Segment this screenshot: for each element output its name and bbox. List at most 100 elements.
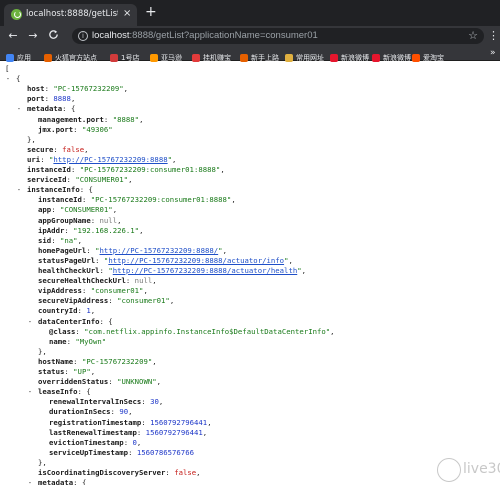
json-line: host: "PC-15767232209", xyxy=(27,84,128,94)
bookmark-item[interactable]: 新浪微博 xyxy=(372,47,411,62)
json-key: registrationTimestamp xyxy=(49,417,142,427)
json-punctuation: : xyxy=(64,367,74,376)
json-line: countryId: 1, xyxy=(38,306,95,316)
json-punctuation: : { xyxy=(79,185,93,195)
json-punctuation: : xyxy=(141,397,151,407)
json-string-value: "CONSUMER01" xyxy=(75,175,129,185)
json-string-value: "UNKNOWN" xyxy=(117,377,157,387)
json-number-value: 1560792796441 xyxy=(145,427,203,437)
json-punctuation: , xyxy=(84,144,89,154)
bookmark-item[interactable]: 亚马逊 xyxy=(150,47,182,62)
json-line: sid: "na", xyxy=(38,236,82,246)
json-punctuation: , xyxy=(288,255,293,265)
json-null-value: null xyxy=(99,215,118,225)
json-punctuation: : xyxy=(51,235,60,245)
json-punctuation: , xyxy=(139,114,144,124)
json-punctuation: : xyxy=(141,417,151,427)
json-line: }, xyxy=(38,347,47,357)
url-text[interactable]: localhost:8888/getList?applicationName=c… xyxy=(92,30,318,42)
json-punctuation: : xyxy=(81,195,91,205)
json-line: leaseInfo: { xyxy=(38,387,91,397)
json-key: port xyxy=(27,94,45,104)
json-boolean-value: false xyxy=(62,144,85,154)
json-punctuation: , xyxy=(172,154,177,164)
bookmarks-overflow-button[interactable]: » xyxy=(490,46,496,60)
reload-button[interactable] xyxy=(46,29,60,44)
json-string-value: "192.168.226.1" xyxy=(73,225,140,235)
json-punctuation: , xyxy=(123,84,129,94)
json-key: hostName xyxy=(38,356,74,366)
json-key: countryId xyxy=(38,306,78,316)
json-line: }, xyxy=(38,458,47,468)
json-line: status: "UP", xyxy=(38,367,95,377)
json-string-value: "consumer01" xyxy=(117,296,170,306)
json-punctuation: , xyxy=(301,266,307,275)
bookmark-item[interactable]: 新浪微博 xyxy=(330,47,369,62)
json-url-link[interactable]: http://PC-15767232209:8888/ xyxy=(100,246,219,255)
bookmark-item[interactable]: 应用 xyxy=(6,47,31,62)
json-punctuation: , xyxy=(152,276,157,286)
json-punctuation: : xyxy=(103,114,113,124)
json-line: secureHealthCheckUrl: null, xyxy=(38,276,157,286)
json-line: lastRenewalTimestamp: 1560792796441, xyxy=(49,428,207,438)
json-key: secureVipAddress xyxy=(38,296,109,306)
json-string-value: "com.netflix.appinfo.InstanceInfo$Defaul… xyxy=(84,326,331,336)
json-line: appGroupName: null, xyxy=(38,216,122,226)
bookmark-item[interactable]: 爱淘宝 xyxy=(412,47,444,62)
json-key: vipAddress xyxy=(38,286,82,296)
back-button[interactable]: ← xyxy=(6,29,20,43)
json-punctuation: : { xyxy=(77,387,91,397)
json-string-value: "CONSUMER01" xyxy=(59,205,113,215)
browser-tab[interactable]: localhost:8888/getList?applica × xyxy=(4,4,137,26)
json-punctuation: }, xyxy=(38,346,47,356)
browser-menu-icon[interactable]: ⋮ xyxy=(488,29,499,43)
json-key: ipAddr xyxy=(38,225,65,235)
bookmark-item[interactable]: 常用网址 xyxy=(285,47,324,62)
json-key: uri xyxy=(27,154,41,164)
json-line: uri: "http://PC-15767232209:8888", xyxy=(27,155,176,165)
address-bar[interactable]: i localhost:8888/getList?applicationName… xyxy=(72,28,484,44)
json-key: @class xyxy=(49,326,76,336)
forward-button[interactable]: → xyxy=(26,29,40,43)
json-punctuation: , xyxy=(202,427,208,437)
json-string-value: "PC-15767232209:consumer01:8888" xyxy=(79,165,221,174)
collapse-toggle[interactable]: - xyxy=(4,74,12,84)
json-line: [ xyxy=(5,64,9,74)
json-punctuation: , xyxy=(90,367,96,376)
json-key: lastRenewalTimestamp xyxy=(49,427,137,437)
json-number-value: 90 xyxy=(119,407,129,417)
json-punctuation: , xyxy=(143,286,148,296)
bookmark-item[interactable]: 火狐官方站点 xyxy=(44,47,97,62)
close-tab-icon[interactable]: × xyxy=(123,7,131,21)
collapse-toggle[interactable]: - xyxy=(26,317,34,327)
bookmark-star-icon[interactable]: ☆ xyxy=(468,29,478,43)
collapse-toggle[interactable]: - xyxy=(26,478,34,485)
json-punctuation: , xyxy=(139,225,144,235)
json-key: app xyxy=(38,205,52,215)
json-string-value: "consumer01" xyxy=(90,286,144,296)
bookmark-item[interactable]: 1号店 xyxy=(110,47,139,62)
bookmark-item[interactable]: 挂机赚宝 xyxy=(192,47,231,62)
json-punctuation: , xyxy=(330,326,335,336)
json-url-link[interactable]: http://PC-15767232209:8888/actuator/info xyxy=(108,256,284,265)
json-string-value: "49306" xyxy=(81,124,113,134)
bookmark-item[interactable]: 新手上路 xyxy=(240,47,279,62)
json-line: instanceInfo: { xyxy=(27,185,93,195)
json-punctuation: , xyxy=(207,417,212,427)
json-key: appGroupName xyxy=(38,215,91,225)
json-url-link[interactable]: http://PC-15767232209:8888/actuator/heal… xyxy=(113,266,298,275)
collapse-toggle[interactable]: - xyxy=(15,104,23,114)
site-info-icon[interactable]: i xyxy=(78,31,88,41)
json-line: vipAddress: "consumer01", xyxy=(38,286,148,296)
json-key: overriddenStatus xyxy=(38,377,109,387)
collapse-toggle[interactable]: - xyxy=(26,387,34,397)
json-punctuation: , xyxy=(77,235,82,245)
json-number-value: 1560792796441 xyxy=(150,417,208,427)
json-string-value: "UP" xyxy=(73,367,91,376)
collapse-toggle[interactable]: - xyxy=(15,185,23,195)
json-url-link[interactable]: http://PC-15767232209:8888 xyxy=(53,155,167,164)
json-line: durationInSecs: 90, xyxy=(49,407,133,417)
json-key: evictionTimestamp xyxy=(49,437,124,447)
new-tab-button[interactable]: + xyxy=(145,5,157,19)
json-line: overriddenStatus: "UNKNOWN", xyxy=(38,377,161,387)
